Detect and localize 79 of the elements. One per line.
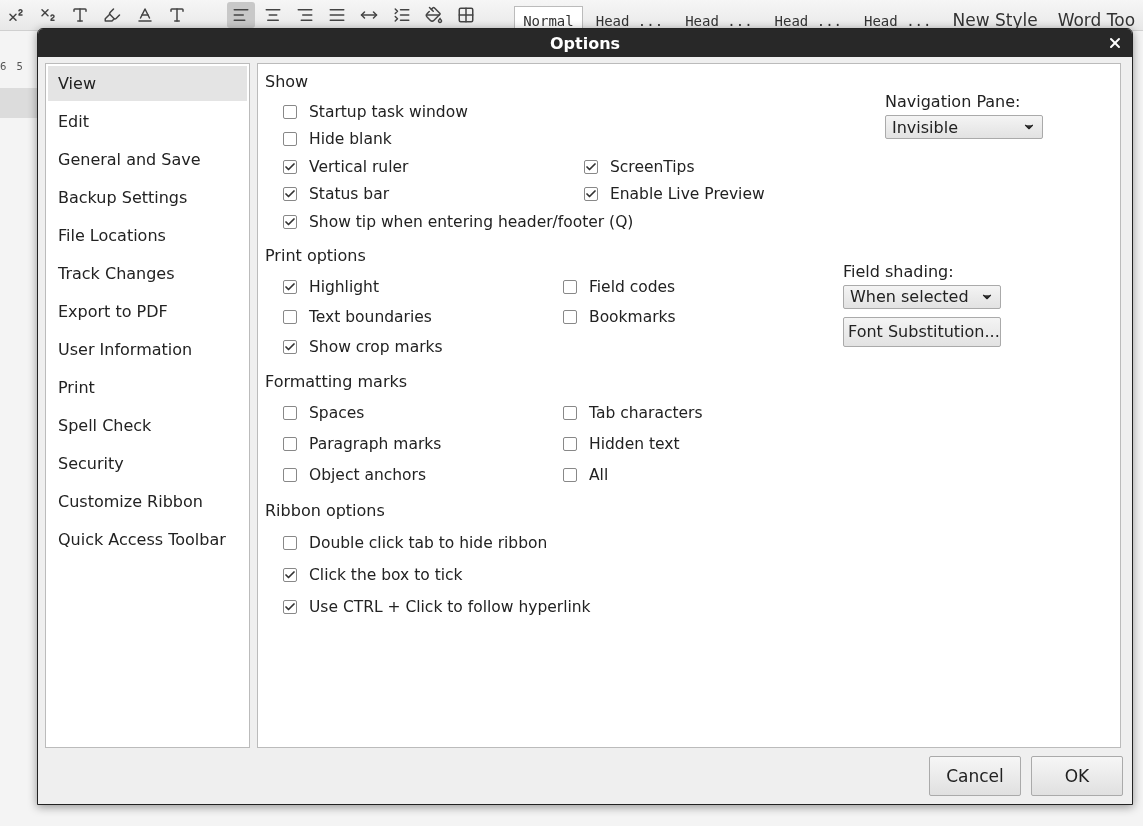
dropdown[interactable]: When selected xyxy=(843,284,1001,309)
option-label: Object anchors xyxy=(309,466,426,484)
checkbox[interactable] xyxy=(283,599,297,614)
category-item[interactable]: Backup Settings xyxy=(48,180,247,215)
checkbox[interactable] xyxy=(283,279,297,294)
category-item[interactable]: Customize Ribbon xyxy=(48,484,247,519)
dialog-button[interactable]: Cancel xyxy=(929,756,1021,796)
category-item[interactable]: Print xyxy=(48,370,247,405)
checkbox[interactable] xyxy=(283,187,297,202)
option-label: Hide blank xyxy=(309,130,392,149)
style-gallery-item[interactable]: Head ... xyxy=(765,6,851,30)
checkbox[interactable] xyxy=(563,279,577,294)
category-item[interactable]: Export to PDF xyxy=(48,294,247,329)
checkbox[interactable] xyxy=(283,406,297,420)
align-left-icon[interactable] xyxy=(226,2,255,28)
checkbox[interactable] xyxy=(584,187,598,202)
checkbox[interactable] xyxy=(584,159,598,174)
category-item[interactable]: Spell Check xyxy=(48,408,247,443)
checkbox[interactable] xyxy=(283,339,297,354)
style-gallery-item[interactable]: Head ... xyxy=(855,6,941,30)
option-label: Spaces xyxy=(309,404,365,422)
field-label: Field shading: xyxy=(843,261,955,281)
option-label: Highlight xyxy=(309,277,379,296)
checkbox[interactable] xyxy=(563,437,577,451)
checkbox[interactable] xyxy=(283,104,297,119)
section-heading: Print options xyxy=(265,245,366,267)
checkbox[interactable] xyxy=(283,437,297,451)
option-label: Use CTRL + Click to follow hyperlink xyxy=(309,597,591,616)
option-label: ScreenTips xyxy=(610,157,695,176)
ruler-number: 5 xyxy=(16,61,23,72)
ruler-number: 6 xyxy=(0,61,7,72)
category-item[interactable]: General and Save xyxy=(48,142,247,177)
checkbox[interactable] xyxy=(283,535,297,550)
dialog-title: Options xyxy=(549,33,621,53)
checkbox[interactable] xyxy=(283,567,297,582)
option-label: Paragraph marks xyxy=(309,435,442,453)
checkbox[interactable] xyxy=(563,309,577,324)
word-tools-tab[interactable]: Word Too xyxy=(1049,4,1143,30)
option-label: Hidden text xyxy=(589,435,680,453)
category-item[interactable]: View xyxy=(48,66,247,101)
section-heading: Ribbon options xyxy=(265,500,385,522)
checkbox[interactable] xyxy=(283,309,297,324)
option-label: Bookmarks xyxy=(589,307,676,326)
category-item[interactable]: Security xyxy=(48,446,247,481)
option-label: Text boundaries xyxy=(309,307,432,326)
option-label: Double click tab to hide ribbon xyxy=(309,533,548,552)
dialog-button[interactable]: OK xyxy=(1031,756,1123,796)
style-gallery-item[interactable]: Head ... xyxy=(586,6,673,30)
style-gallery-item[interactable]: Normal xyxy=(514,6,583,30)
option-label: Enable Live Preview xyxy=(610,185,765,204)
category-item[interactable]: Track Changes xyxy=(48,256,247,291)
checkbox[interactable] xyxy=(283,468,297,482)
option-label: Click the box to tick xyxy=(309,565,463,584)
checkbox[interactable] xyxy=(283,132,297,147)
close-icon xyxy=(1107,35,1123,51)
category-item[interactable]: Quick Access Toolbar xyxy=(48,522,247,557)
checkbox[interactable] xyxy=(563,468,577,482)
category-item[interactable]: File Locations xyxy=(48,218,247,253)
checkbox[interactable] xyxy=(563,406,577,420)
section-heading: Show xyxy=(265,72,309,93)
option-label: Show tip when entering header/footer (Q) xyxy=(309,212,634,231)
new-style-button[interactable]: New Style xyxy=(944,4,1046,30)
option-label: All xyxy=(589,466,609,484)
section-heading: Formatting marks xyxy=(265,371,408,393)
dropdown[interactable]: Invisible xyxy=(885,115,1043,139)
option-label: Tab characters xyxy=(589,404,703,422)
category-item[interactable]: Edit xyxy=(48,104,247,139)
field-label: Navigation Pane: xyxy=(885,92,1022,111)
checkbox[interactable] xyxy=(283,214,297,229)
checkbox[interactable] xyxy=(283,159,297,174)
ruler-strip xyxy=(0,88,40,118)
option-label: Status bar xyxy=(309,185,390,204)
option-label: Vertical ruler xyxy=(309,157,409,176)
font-substitution-button[interactable]: Font Substitution... xyxy=(843,316,1001,347)
option-label: Field codes xyxy=(589,277,676,296)
style-gallery-item[interactable]: Head ... xyxy=(676,6,762,30)
option-label: Show crop marks xyxy=(309,337,443,356)
category-item[interactable]: User Information xyxy=(48,332,247,367)
option-label: Startup task window xyxy=(309,102,468,121)
